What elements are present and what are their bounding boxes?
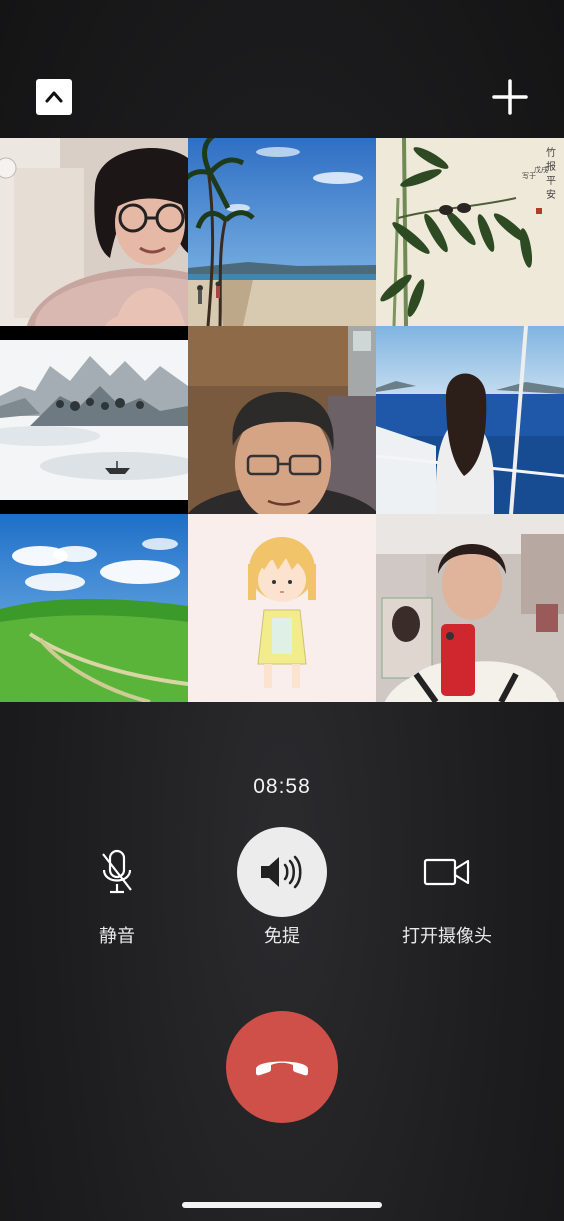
svg-text:写于: 写于 (522, 172, 536, 180)
collapse-button[interactable] (36, 79, 72, 115)
speaker-icon (261, 855, 302, 889)
ink-landscape-painting (0, 326, 188, 514)
microphone-muted-icon (102, 849, 132, 894)
participant-tile-6[interactable] (376, 326, 564, 514)
cartoon-girl-avatar (188, 514, 376, 702)
painting-inscription-char-1: 竹 (546, 146, 556, 159)
hangup-button[interactable] (226, 1011, 338, 1123)
painting-inscription-char-4: 安 (546, 188, 556, 201)
participant-tile-2[interactable] (188, 138, 376, 326)
woman-with-glasses-video (0, 138, 188, 326)
phone-hangup-icon (256, 1061, 308, 1076)
bamboo-birds-painting: 竹 报 平 安 戊戌 写于 (376, 138, 564, 326)
woman-on-boat-sea (376, 326, 564, 514)
participant-tile-5[interactable] (188, 326, 376, 514)
add-member-button[interactable] (489, 76, 531, 118)
call-timer: 08:58 (253, 775, 311, 798)
home-indicator[interactable] (182, 1202, 382, 1208)
plus-icon (492, 79, 528, 115)
chevron-up-icon (45, 91, 63, 103)
speaker-label: 免提 (264, 926, 300, 947)
painting-inscription-char-3: 平 (546, 176, 556, 187)
participant-tile-7[interactable] (0, 514, 188, 702)
speaker-button[interactable]: 免提 (212, 826, 352, 948)
green-meadow-sky (0, 514, 188, 702)
participant-grid: 竹 报 平 安 戊戌 写于 (0, 138, 564, 702)
speaker-toggle[interactable] (237, 827, 327, 917)
participant-tile-4[interactable] (0, 326, 188, 514)
participant-tile-1[interactable] (0, 138, 188, 326)
beach-palm-trees (188, 138, 376, 326)
woman-selfie-red-phone (376, 514, 564, 702)
participant-tile-3[interactable]: 竹 报 平 安 戊戌 写于 (376, 138, 564, 326)
camera-button[interactable]: 打开摄像头 (377, 826, 517, 948)
mute-button[interactable]: 静音 (47, 826, 187, 948)
participant-tile-8[interactable] (188, 514, 376, 702)
svg-text:戊戌: 戊戌 (534, 165, 548, 174)
camera-label: 打开摄像头 (402, 926, 492, 947)
mute-label: 静音 (99, 926, 135, 947)
participant-tile-9[interactable] (376, 514, 564, 702)
camera-icon (423, 858, 470, 886)
man-with-glasses-video (188, 326, 376, 514)
